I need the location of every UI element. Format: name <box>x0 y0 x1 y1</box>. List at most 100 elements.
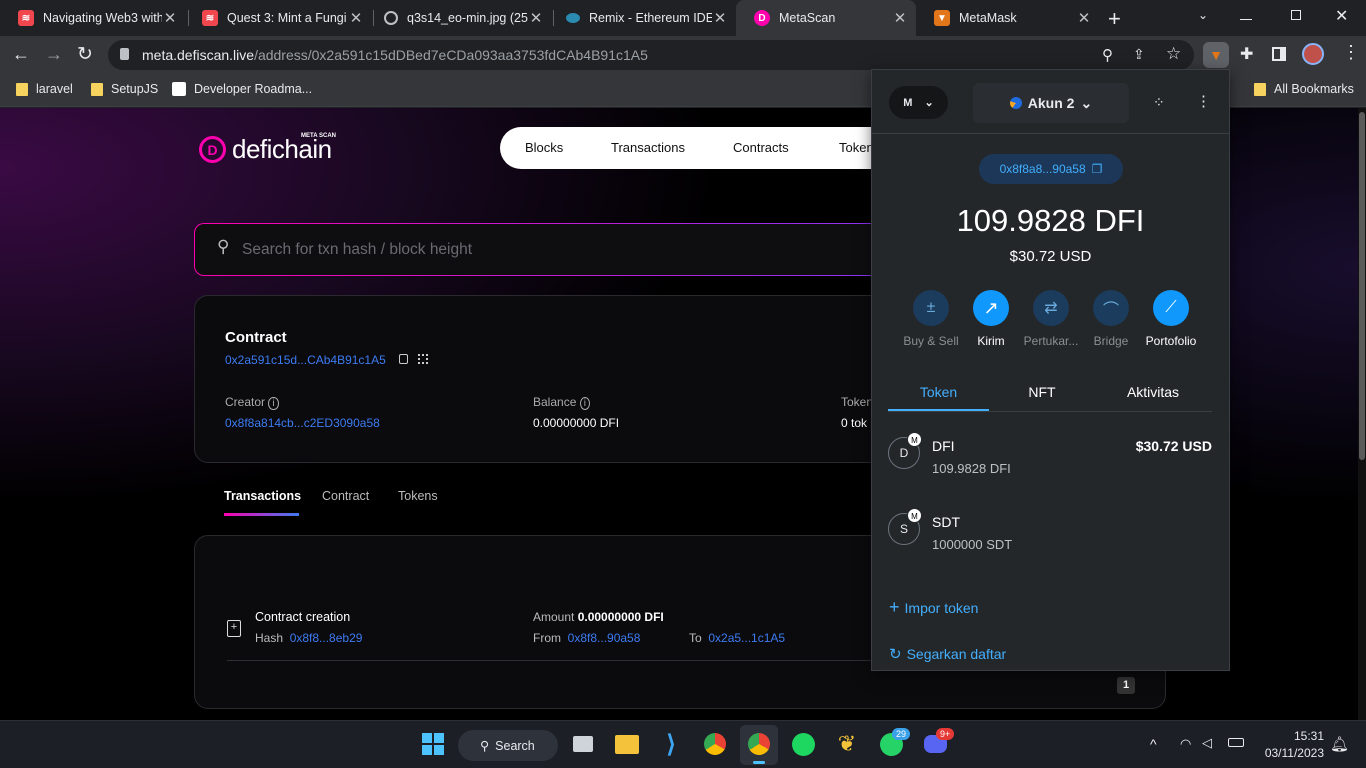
tokens-label: Token <box>841 395 874 409</box>
tab-tokens[interactable]: Tokens <box>398 489 438 503</box>
reload-icon[interactable]: ↻ <box>77 43 93 66</box>
tab-quest-3[interactable]: ≋ Quest 3: Mint a Fungi ✕ <box>184 0 372 36</box>
swap-button[interactable]: ⇄ <box>1033 290 1069 326</box>
tab-activity[interactable]: Aktivitas <box>1100 384 1206 400</box>
chrome-profile-active[interactable] <box>740 725 778 765</box>
tab-search-icon[interactable]: ⌄ <box>1198 8 1208 22</box>
to-address[interactable]: 0x2a5...1c1A5 <box>708 631 785 645</box>
tab-title: Quest 3: Mint a Fungi <box>227 11 347 25</box>
app-icon[interactable]: ❦ <box>834 731 860 757</box>
address-copy-button[interactable]: 0x8f8a8...90a58 ❐ <box>979 154 1123 184</box>
clock-time[interactable]: 15:31 <box>1260 729 1324 743</box>
account-picker[interactable]: Akun 2 ⌄ <box>973 83 1129 123</box>
chevron-up-icon[interactable]: ^ <box>1150 736 1157 752</box>
bookmark-developer-roadmap[interactable]: Developer Roadma... <box>172 82 312 96</box>
token-row-sdt[interactable]: S M SDT 1000000 SDT <box>888 508 1212 561</box>
address-bar[interactable]: meta.defiscan.live/address/0x2a591c15dDB… <box>108 40 1194 70</box>
from-address[interactable]: 0x8f8...90a58 <box>568 631 641 645</box>
bridge-button[interactable]: ⌒ <box>1093 290 1129 326</box>
token-row-dfi[interactable]: D M DFI 109.9828 DFI $30.72 USD <box>888 432 1212 485</box>
folder-icon <box>1254 82 1266 96</box>
new-tab-icon[interactable]: + <box>1108 6 1121 32</box>
creator-address[interactable]: 0x8f8a814cb...c2ED3090a58 <box>225 416 380 430</box>
mm-menu-icon[interactable]: ⋮ <box>1196 92 1211 110</box>
close-tab-icon[interactable]: ✕ <box>348 9 364 27</box>
minimize-icon[interactable] <box>1240 8 1252 20</box>
nav-contracts[interactable]: Contracts <box>733 140 789 155</box>
nav-tokens[interactable]: Token <box>839 140 874 155</box>
tab-contract[interactable]: Contract <box>322 489 369 503</box>
tab-navigating-web3[interactable]: ≋ Navigating Web3 with ✕ <box>0 0 186 36</box>
maximize-icon[interactable] <box>1291 10 1301 20</box>
volume-icon[interactable]: ◁ <box>1202 735 1212 751</box>
copy-icon[interactable] <box>399 354 408 364</box>
portfolio-button[interactable]: ⟋ <box>1153 290 1189 326</box>
refresh-list-link[interactable]: ↻ Segarkan daftar <box>889 645 1006 663</box>
close-tab-icon[interactable]: ✕ <box>528 9 544 27</box>
close-tab-icon[interactable]: ✕ <box>162 9 178 27</box>
notification-bell-icon[interactable]: 🔔︎ <box>1330 735 1349 753</box>
bookmark-all[interactable]: All Bookmarks <box>1254 82 1354 96</box>
bookmark-setupjs[interactable]: SetupJS <box>91 82 158 96</box>
scrollbar-thumb[interactable] <box>1359 112 1365 460</box>
pagination-page[interactable]: 1 <box>1117 677 1135 694</box>
contract-address[interactable]: 0x2a591c15d...CAb4B91c1A5 <box>225 353 386 367</box>
task-view-icon[interactable] <box>570 731 596 757</box>
nav-transactions[interactable]: Transactions <box>611 140 685 155</box>
tab-nft[interactable]: NFT <box>990 384 1094 400</box>
wifi-icon[interactable]: ◠ <box>1180 736 1191 752</box>
buy-sell-button[interactable]: ± <box>913 290 949 326</box>
bookmark-laravel[interactable]: laravel <box>16 82 73 96</box>
close-window-icon[interactable]: ✕ <box>1335 6 1348 26</box>
tab-remix[interactable]: Remix - Ethereum IDE ✕ <box>548 0 736 36</box>
tab-title: q3s14_eo-min.jpg (25 <box>407 11 528 25</box>
send-button[interactable]: ↗ <box>973 290 1009 326</box>
close-tab-icon[interactable]: ✕ <box>712 9 728 27</box>
nav-blocks[interactable]: Blocks <box>525 140 563 155</box>
connected-sites-icon[interactable]: ⁘ <box>1153 94 1165 111</box>
tab-image[interactable]: q3s14_eo-min.jpg (25 ✕ <box>366 0 552 36</box>
start-button[interactable] <box>420 731 446 757</box>
taskbar-search[interactable]: ⚲ Search <box>458 730 558 761</box>
taskbar: ⚲ Search ⟩ ❦ 29 9+ ^ ◠ ◁ 15:31 03/11/2023… <box>0 720 1366 768</box>
scrollbar[interactable] <box>1358 108 1366 720</box>
extensions-icon[interactable]: ✚ <box>1240 44 1253 64</box>
network-picker[interactable]: M ⌄ <box>889 86 948 119</box>
creator-label: Creator <box>225 395 266 409</box>
avatar[interactable] <box>1302 43 1324 65</box>
close-tab-icon[interactable]: ✕ <box>892 9 908 27</box>
search-input[interactable]: Search for txn hash / block height <box>242 241 472 259</box>
plus-icon: + <box>889 597 900 617</box>
tx-hash[interactable]: 0x8f8...8eb29 <box>290 631 363 645</box>
vscode-icon[interactable]: ⟩ <box>658 731 684 758</box>
amount-label: Amount <box>533 610 575 624</box>
close-tab-icon[interactable]: ✕ <box>1076 9 1092 27</box>
share-icon[interactable]: ⇪ <box>1133 46 1145 63</box>
logo-tag: META SCAN <box>301 133 336 139</box>
file-explorer-icon[interactable] <box>614 731 640 757</box>
spotify-icon[interactable] <box>790 731 816 757</box>
bookmark-star-icon[interactable]: ☆ <box>1166 44 1181 64</box>
network-badge-icon: M <box>907 508 922 523</box>
metamask-extension-icon[interactable]: ▼ <box>1203 42 1229 68</box>
tab-metamask[interactable]: ▼ MetaMask ✕ <box>916 0 1100 36</box>
defichain-logo-icon: D <box>199 136 226 163</box>
tab-title: MetaMask <box>959 11 1017 25</box>
clock-date[interactable]: 03/11/2023 <box>1250 746 1324 760</box>
creator-label-group: Creator i <box>225 395 279 410</box>
battery-icon[interactable] <box>1228 738 1244 747</box>
tab-transactions[interactable]: Transactions <box>224 489 301 503</box>
forward-icon[interactable]: → <box>45 44 63 65</box>
zoom-icon[interactable]: ⚲ <box>1102 46 1113 64</box>
chrome-icon[interactable] <box>702 731 728 757</box>
menu-icon[interactable]: ⋮ <box>1342 42 1360 63</box>
search-icon: ⚲ <box>480 739 490 753</box>
import-token-link[interactable]: + Impor token <box>889 597 978 618</box>
qr-code-icon[interactable] <box>418 354 428 364</box>
back-icon[interactable]: ← <box>12 44 30 65</box>
tab-metascan[interactable]: D MetaScan ✕ <box>736 0 916 36</box>
search-icon: ⚲ <box>217 237 230 256</box>
side-panel-icon[interactable] <box>1272 47 1286 61</box>
active-tab-indicator <box>224 513 299 516</box>
tab-token[interactable]: Token <box>888 384 989 400</box>
